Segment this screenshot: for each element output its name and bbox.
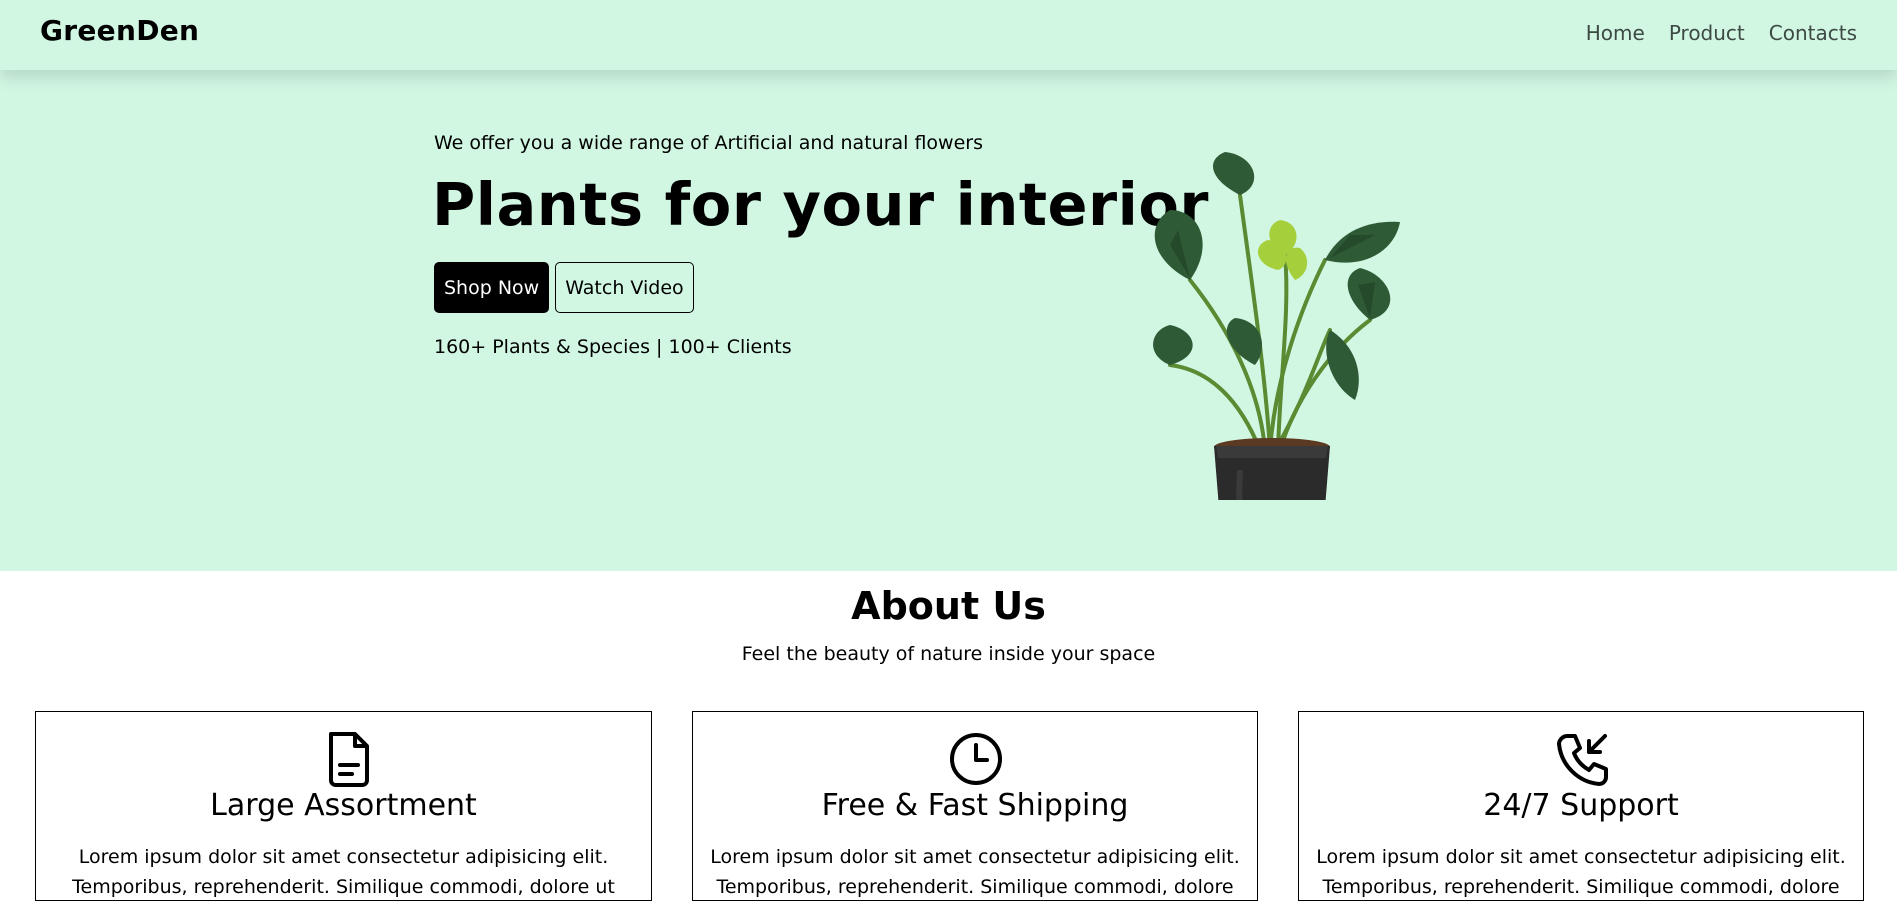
hero-tagline: We offer you a wide range of Artificial … bbox=[434, 132, 983, 154]
card-text: Lorem ipsum dolor sit amet consectetur a… bbox=[710, 846, 1240, 898]
card-text: Lorem ipsum dolor sit amet consectetur a… bbox=[1316, 846, 1846, 898]
card-title: Free & Fast Shipping bbox=[821, 788, 1129, 823]
clock-icon bbox=[950, 733, 1002, 785]
card-title: 24/7 Support bbox=[1483, 788, 1679, 823]
nav-links: Home Product Contacts bbox=[1586, 21, 1857, 45]
feature-card-shipping: Free & Fast Shipping Lorem ipsum dolor s… bbox=[692, 711, 1258, 901]
nav-link-product[interactable]: Product bbox=[1669, 21, 1745, 45]
document-icon bbox=[329, 732, 369, 787]
hero-buttons: Shop Now Watch Video bbox=[434, 262, 694, 313]
card-title: Large Assortment bbox=[210, 788, 477, 823]
monstera-plant-image bbox=[1153, 152, 1400, 500]
brand-logo[interactable]: GreenDen bbox=[40, 14, 199, 47]
hero-section: We offer you a wide range of Artificial … bbox=[0, 70, 1897, 571]
feature-card-support: 24/7 Support Lorem ipsum dolor sit amet … bbox=[1298, 711, 1864, 901]
feature-card-assortment: Large Assortment Lorem ipsum dolor sit a… bbox=[35, 711, 652, 901]
hero-title: Plants for your interior bbox=[432, 170, 1210, 239]
nav-link-contacts[interactable]: Contacts bbox=[1769, 21, 1857, 45]
nav-link-home[interactable]: Home bbox=[1586, 21, 1645, 45]
about-subtitle: Feel the beauty of nature inside your sp… bbox=[741, 643, 1156, 665]
phone-incoming-icon bbox=[1557, 734, 1608, 786]
about-title: About Us bbox=[851, 584, 1046, 628]
watch-video-button[interactable]: Watch Video bbox=[555, 262, 694, 313]
navbar: GreenDen Home Product Contacts bbox=[0, 0, 1897, 70]
shop-now-button[interactable]: Shop Now bbox=[434, 262, 550, 313]
hero-stats: 160+ Plants & Species | 100+ Clients bbox=[434, 336, 792, 358]
card-text: Lorem ipsum dolor sit amet consectetur a… bbox=[72, 846, 615, 898]
